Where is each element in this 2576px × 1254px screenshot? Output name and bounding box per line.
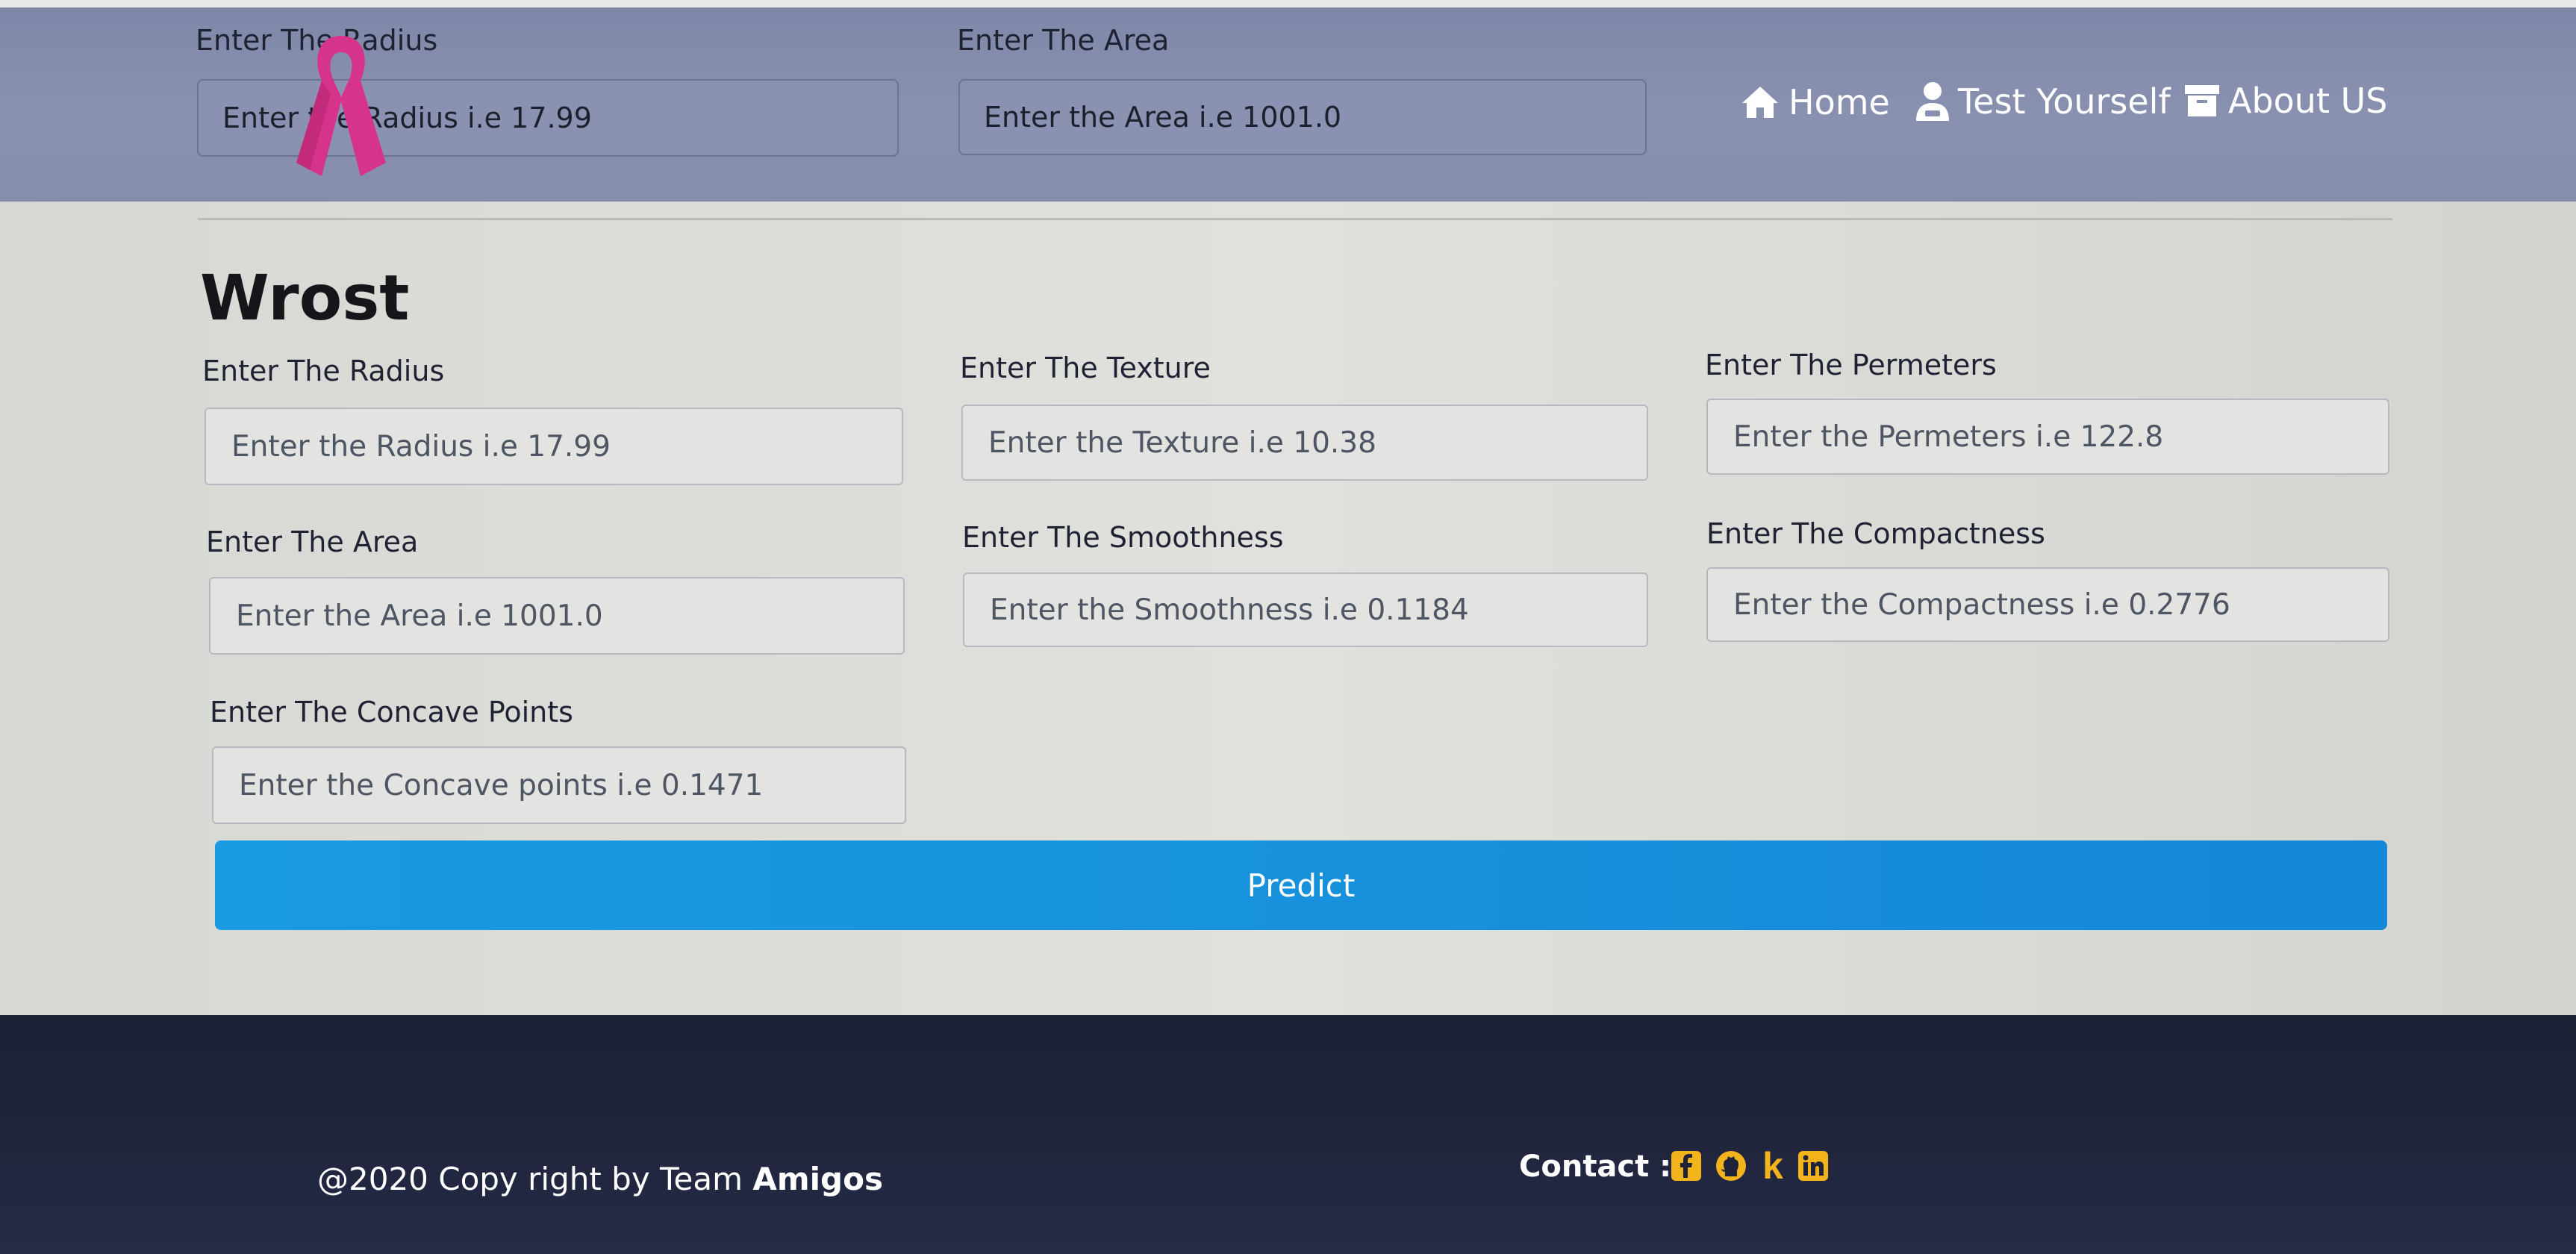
worst-permeters-input[interactable]: Enter the Permeters i.e 122.8 [1706, 399, 2389, 475]
github-link[interactable] [1714, 1148, 1748, 1184]
section-title: Wrost [200, 261, 410, 334]
archive-icon [2185, 85, 2219, 116]
top-navbar: Enter The Radius Enter the Radius i.e 17… [0, 0, 2576, 202]
worst-radius-label: Enter The Radius [202, 355, 445, 387]
user-icon [1916, 82, 1949, 121]
linkedin-link[interactable] [1797, 1148, 1829, 1184]
worst-compactness-input[interactable]: Enter the Compactness i.e 0.2776 [1706, 567, 2389, 642]
home-icon [1742, 87, 1778, 118]
contact-label: Contact : [1519, 1150, 1672, 1184]
awareness-ribbon-logo [296, 36, 386, 176]
nav-home-label: Home [1788, 82, 1890, 122]
linkedin-icon [1798, 1151, 1828, 1181]
nav-test-yourself-label: Test Yourself [1958, 81, 2171, 122]
github-icon [1716, 1151, 1746, 1181]
copyright-team: Amigos [752, 1161, 883, 1197]
footer [0, 1015, 2576, 1254]
worst-concave-points-input[interactable]: Enter the Concave points i.e 0.1471 [212, 746, 906, 824]
copyright-prefix: @2020 Copy right by Team [317, 1161, 753, 1197]
nav-test-yourself[interactable]: Test Yourself [1915, 81, 2171, 122]
nav-about-us-label: About US [2228, 81, 2388, 121]
worst-area-label: Enter The Area [206, 525, 419, 558]
worst-texture-input[interactable]: Enter the Texture i.e 10.38 [961, 405, 1648, 481]
worst-concave-points-label: Enter The Concave Points [210, 696, 573, 729]
copyright-text: @2020 Copy right by Team Amigos [317, 1161, 883, 1197]
browser-edge [0, 0, 2576, 7]
facebook-icon [1671, 1151, 1701, 1181]
kaggle-icon: k [1762, 1145, 1783, 1187]
facebook-link[interactable] [1671, 1148, 1702, 1184]
worst-compactness-label: Enter The Compactness [1706, 517, 2045, 550]
worst-smoothness-input[interactable]: Enter the Smoothness i.e 0.1184 [963, 573, 1648, 647]
worst-permeters-label: Enter The Permeters [1705, 349, 1997, 381]
worst-area-input[interactable]: Enter the Area i.e 1001.0 [209, 577, 905, 655]
nav-about-us[interactable]: About US [2183, 81, 2388, 121]
header-area-label: Enter The Area [957, 24, 1170, 57]
kaggle-link[interactable]: k [1760, 1145, 1786, 1187]
section-divider [198, 218, 2392, 220]
worst-radius-input[interactable]: Enter the Radius i.e 17.99 [205, 408, 903, 485]
worst-texture-label: Enter The Texture [960, 352, 1211, 384]
predict-button[interactable]: Predict [215, 840, 2387, 930]
header-area-input[interactable]: Enter the Area i.e 1001.0 [958, 79, 1647, 155]
nav-home[interactable]: Home [1739, 82, 1890, 122]
worst-smoothness-label: Enter The Smoothness [962, 521, 1284, 554]
